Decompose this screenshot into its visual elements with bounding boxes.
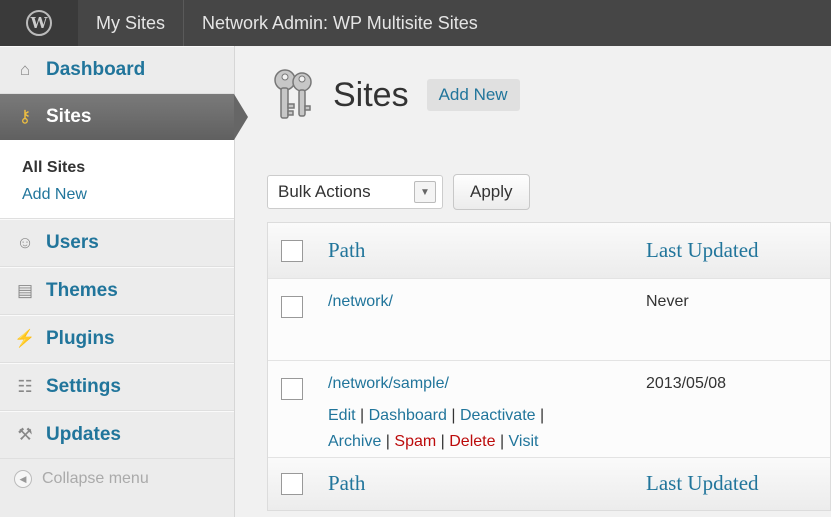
chevron-down-icon: ▼	[414, 181, 436, 203]
visit-link[interactable]: Visit	[509, 433, 539, 450]
main-content: Sites Add New Bulk Actions ▼ Apply Path …	[235, 46, 831, 517]
home-icon: ⌂	[19, 60, 31, 79]
tools-icon: ⚒	[17, 425, 33, 444]
path-column-footer[interactable]: Path	[328, 471, 365, 496]
deactivate-link[interactable]: Deactivate	[460, 407, 536, 424]
settings-icon: ☷	[17, 377, 33, 396]
table-footer: Path Last Updated	[268, 458, 830, 510]
sites-submenu: All Sites Add New	[0, 140, 234, 219]
last-updated-value: Never	[646, 293, 689, 310]
collapse-arrow-icon: ◀	[14, 470, 32, 488]
add-new-site-button[interactable]: Add New	[426, 79, 520, 111]
bulk-actions-value: Bulk Actions	[278, 182, 371, 201]
network-admin-link[interactable]: Network Admin: WP Multisite Sites	[184, 0, 496, 46]
admin-bar: W My Sites Network Admin: WP Multisite S…	[0, 0, 831, 46]
table-header: Path Last Updated	[268, 223, 830, 279]
sidebar-item-settings[interactable]: ☷ Settings	[0, 363, 234, 411]
sidebar-item-dashboard[interactable]: ⌂ Dashboard	[0, 46, 234, 94]
dashboard-link[interactable]: Dashboard	[369, 407, 447, 424]
sidebar-item-sites[interactable]: ⚷ Sites	[0, 94, 248, 140]
last-updated-column-header[interactable]: Last Updated	[646, 238, 759, 263]
select-all-checkbox[interactable]	[281, 240, 303, 262]
archive-link[interactable]: Archive	[328, 433, 381, 450]
collapse-menu-label: Collapse menu	[42, 470, 149, 487]
sidebar-item-label: Plugins	[46, 328, 115, 349]
keys-icon	[274, 69, 312, 119]
site-path-link[interactable]: /network/sample/	[328, 375, 449, 393]
submenu-all-sites[interactable]: All Sites	[22, 154, 234, 181]
collapse-menu[interactable]: ◀ Collapse menu	[0, 459, 234, 499]
sidebar-item-label: Sites	[46, 106, 92, 127]
keys-icon: ⚷	[18, 107, 32, 126]
edit-link[interactable]: Edit	[328, 407, 356, 424]
sidebar-item-themes[interactable]: ▤ Themes	[0, 267, 234, 315]
site-path-link[interactable]: /network/	[328, 293, 393, 311]
sidebar-item-plugins[interactable]: ⚡ Plugins	[0, 315, 234, 363]
sidebar-item-label: Themes	[46, 280, 118, 301]
submenu-add-new[interactable]: Add New	[22, 181, 234, 208]
table-row: /network/sample/ 2013/05/08 Edit | Dashb…	[268, 361, 830, 458]
apply-button[interactable]: Apply	[453, 174, 530, 210]
sidebar-item-label: Updates	[46, 424, 121, 445]
row-actions: Edit | Dashboard | Deactivate | Archive …	[328, 407, 545, 450]
sites-table: Path Last Updated /network/ Never /netwo…	[267, 222, 831, 511]
last-updated-value: 2013/05/08	[646, 375, 727, 392]
themes-icon: ▤	[16, 281, 34, 300]
bulk-actions-select[interactable]: Bulk Actions ▼	[267, 175, 443, 209]
table-row: /network/ Never	[268, 279, 830, 361]
sidebar-item-users[interactable]: ☺ Users	[0, 219, 234, 267]
sidebar-item-updates[interactable]: ⚒ Updates	[0, 411, 234, 459]
users-icon: ☺	[16, 233, 34, 252]
page-title: Sites	[333, 75, 409, 114]
row-checkbox[interactable]	[281, 296, 303, 318]
path-column-header[interactable]: Path	[328, 238, 365, 263]
row-checkbox[interactable]	[281, 378, 303, 400]
admin-sidebar: ⌂ Dashboard ⚷ Sites All Sites Add New ☺ …	[0, 46, 248, 517]
bulk-actions-bar: Bulk Actions ▼ Apply	[267, 174, 530, 210]
spam-link[interactable]: Spam	[394, 433, 436, 450]
plug-icon: ⚡	[14, 329, 36, 348]
wordpress-logo-icon: W	[26, 10, 52, 36]
page-header: Sites Add New	[269, 66, 520, 124]
sidebar-item-label: Users	[46, 232, 99, 253]
sidebar-item-label: Dashboard	[46, 59, 146, 80]
my-sites-link[interactable]: My Sites	[78, 0, 183, 46]
sidebar-item-label: Settings	[46, 376, 121, 397]
delete-link[interactable]: Delete	[449, 433, 495, 450]
select-all-checkbox-footer[interactable]	[281, 473, 303, 495]
wordpress-logo[interactable]: W	[0, 0, 78, 46]
last-updated-column-footer[interactable]: Last Updated	[646, 471, 759, 496]
